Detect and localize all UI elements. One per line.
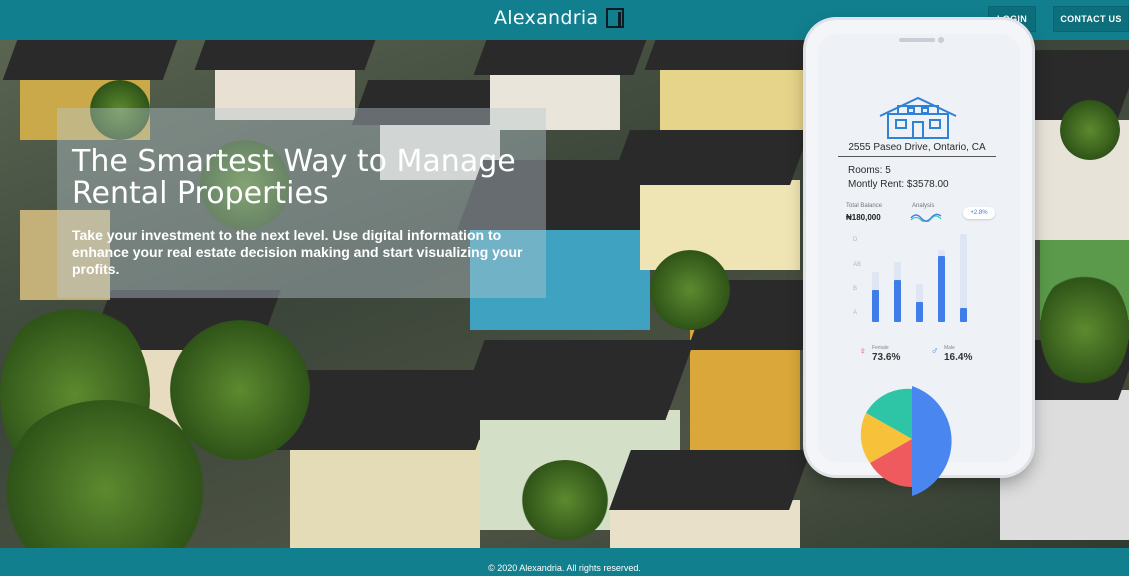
property-address: 2555 Paseo Drive, Ontario, CA (838, 142, 996, 157)
analysis-wave-icon (910, 213, 942, 222)
bar-chart (872, 234, 967, 322)
contact-us-button[interactable]: CONTACT US (1053, 6, 1129, 32)
brand-name: Alexandria (494, 7, 599, 29)
house-icon (879, 96, 957, 139)
book-logo-icon (606, 8, 625, 28)
hero-title: The Smartest Way to Manage Rental Proper… (72, 144, 516, 211)
footer-copyright: © 2020 Alexandria. All rights reserved. (488, 563, 641, 573)
pie-chart (860, 386, 952, 496)
brand[interactable]: Alexandria (494, 7, 625, 29)
phone-camera (938, 37, 944, 43)
monthly-rent: Montly Rent: $3578.00 (848, 179, 949, 190)
total-balance-label: Total Balance (846, 203, 883, 209)
male-icon: ♂ (931, 346, 939, 357)
bar-1 (872, 290, 879, 322)
bar-5 (960, 308, 967, 322)
hero-subtitle: Take your investment to the next level. … (72, 227, 523, 277)
bar-3 (916, 302, 923, 322)
female-percentage: 73.6% (872, 352, 901, 363)
female-icon: ♀ (859, 346, 867, 357)
total-balance-value: ₦180,000 (846, 213, 881, 222)
male-label: Male (944, 345, 955, 351)
y-label-a: A (853, 310, 858, 316)
bar-2 (894, 280, 901, 322)
y-label-ab: AB (853, 262, 862, 268)
y-label-d: D (853, 237, 858, 243)
female-label: Female (872, 345, 889, 351)
male-percentage: 16.4% (944, 352, 973, 363)
pie-slice-blue (912, 386, 952, 496)
change-badge: +2.8% (963, 207, 995, 219)
bar-4 (938, 256, 945, 322)
phone-speaker (899, 38, 935, 42)
rooms-count: Rooms: 5 (848, 165, 891, 176)
y-label-b: B (853, 286, 858, 292)
analysis-label: Analysis (912, 203, 935, 209)
